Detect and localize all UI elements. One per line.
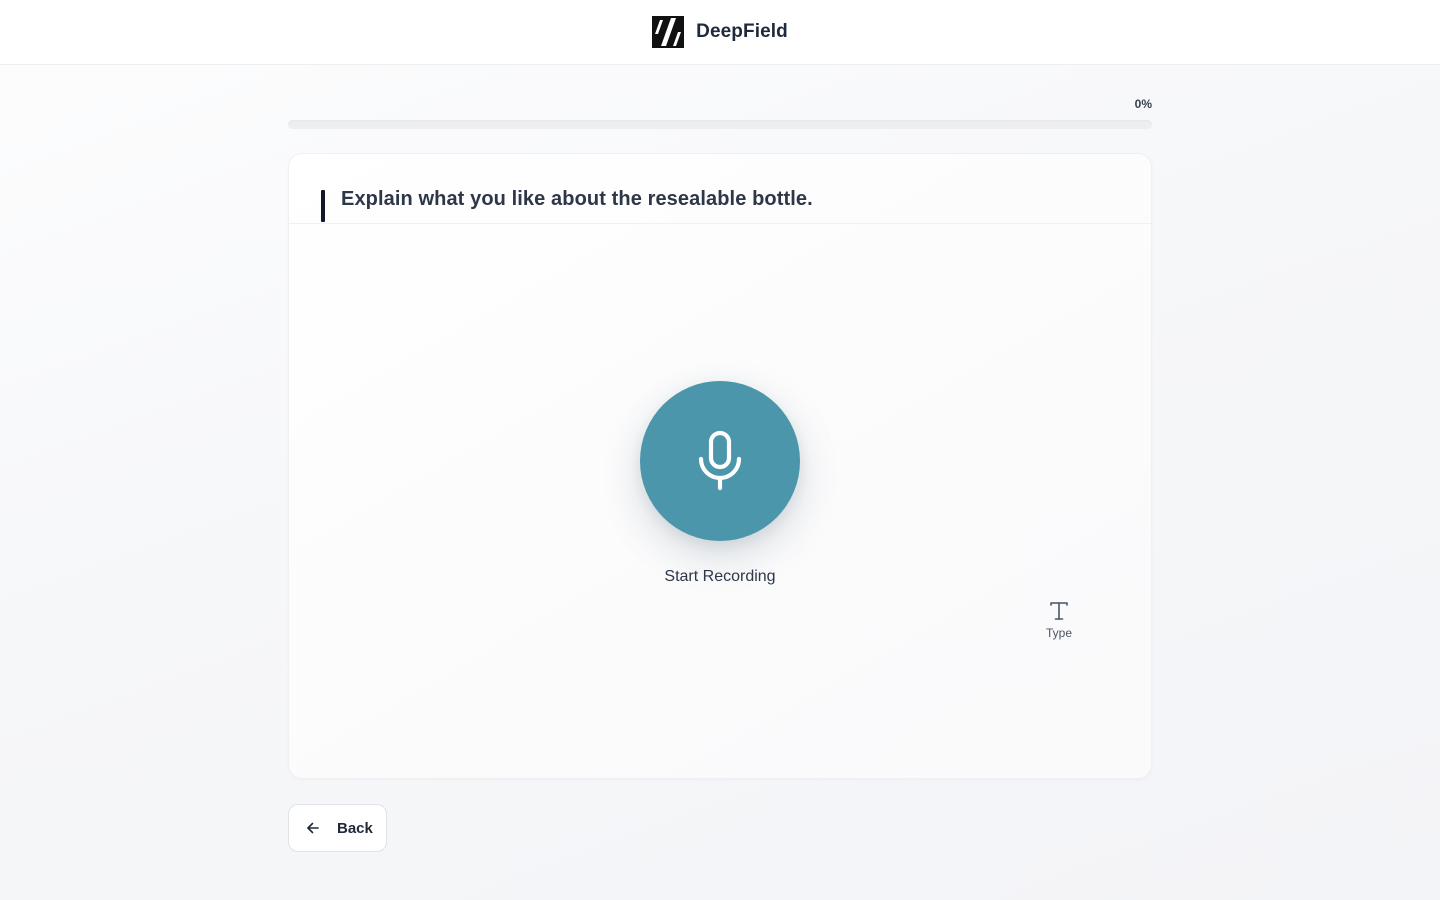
question-header: Explain what you like about the resealab… bbox=[289, 154, 1151, 224]
start-recording-button[interactable] bbox=[640, 381, 800, 541]
microphone-icon bbox=[698, 430, 742, 491]
text-type-icon bbox=[1050, 602, 1068, 620]
type-mode-label: Type bbox=[1045, 626, 1072, 640]
start-recording-label: Start Recording bbox=[664, 568, 776, 585]
brand-name: DeepField bbox=[696, 21, 788, 42]
question-accent-bar bbox=[321, 190, 325, 222]
top-bar: DeepField bbox=[0, 0, 1440, 65]
progress-percentage: 0% bbox=[1134, 97, 1152, 111]
question-card: Explain what you like about the resealab… bbox=[288, 153, 1152, 779]
progress-bar bbox=[288, 120, 1152, 129]
deepfield-logo-icon bbox=[652, 16, 685, 48]
arrow-left-icon bbox=[307, 822, 319, 834]
brand[interactable]: DeepField bbox=[652, 16, 788, 48]
question-text: Explain what you like about the resealab… bbox=[341, 188, 813, 210]
back-button[interactable]: Back bbox=[288, 804, 387, 852]
type-mode-button[interactable]: Type bbox=[1029, 600, 1089, 648]
back-label: Back bbox=[337, 819, 373, 837]
